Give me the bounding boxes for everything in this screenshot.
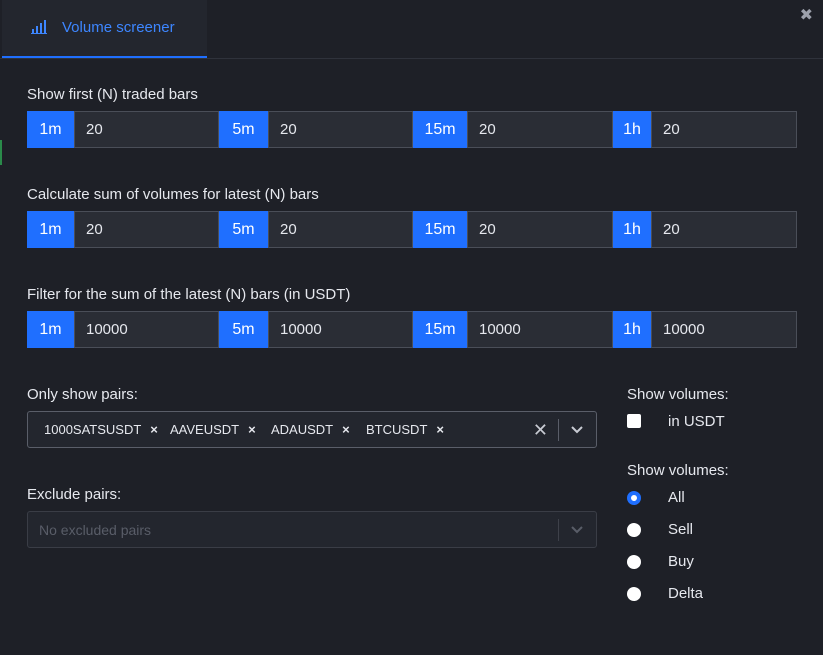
timeframe-label-1m: 1m (27, 211, 74, 248)
in-usdt-checkbox[interactable] (627, 414, 641, 428)
pair-chip-label: ADAUSDT (271, 422, 334, 437)
timeframe-label-5m: 5m (219, 211, 268, 248)
filter-sum-1h-input[interactable] (651, 311, 797, 348)
radio-all[interactable] (627, 491, 641, 505)
section-label-first-bars: Show first (N) traded bars (27, 86, 198, 103)
timeframe-label-15m: 15m (413, 211, 467, 248)
radio-all-label: All (668, 489, 685, 506)
tab-bar: Volume screener (0, 0, 823, 59)
exclude-pairs-select[interactable]: No excluded pairs (27, 511, 597, 548)
edge-marker (0, 140, 2, 165)
timeframe-label-1h: 1h (613, 111, 651, 148)
timeframe-label-1h: 1h (613, 311, 651, 348)
first-bars-1h-input[interactable] (651, 111, 797, 148)
tab-label: Volume screener (62, 19, 175, 36)
sum-volumes-15m-input[interactable] (467, 211, 613, 248)
sum-volumes-row: 1m 5m 15m 1h (27, 211, 797, 248)
only-pairs-label: Only show pairs: (27, 386, 138, 403)
radio-buy[interactable] (627, 555, 641, 569)
timeframe-label-5m: 5m (219, 311, 268, 348)
pair-chip: ADAUSDT × (271, 422, 350, 437)
timeframe-label-1m: 1m (27, 311, 74, 348)
pair-chip: AAVEUSDT × (170, 422, 256, 437)
section-label-filter-sum: Filter for the sum of the latest (N) bar… (27, 286, 351, 303)
first-bars-1m-input[interactable] (74, 111, 219, 148)
chip-remove-icon[interactable]: × (436, 422, 444, 437)
timeframe-label-1m: 1m (27, 111, 74, 148)
pair-chip: 1000SATSUSDT × (44, 422, 158, 437)
radio-delta-label: Delta (668, 585, 704, 602)
select-separator (558, 419, 559, 441)
filter-sum-row: 1m 5m 15m 1h (27, 311, 797, 348)
chip-remove-icon[interactable]: × (248, 422, 256, 437)
filter-sum-1m-input[interactable] (74, 311, 219, 348)
timeframe-label-15m: 15m (413, 111, 467, 148)
show-volumes-unit-label: Show volumes: (627, 386, 729, 403)
tab-volume-screener[interactable]: Volume screener (2, 0, 207, 58)
radio-buy-label: Buy (668, 553, 694, 570)
first-bars-5m-input[interactable] (268, 111, 413, 148)
section-label-sum-volumes: Calculate sum of volumes for latest (N) … (27, 186, 319, 203)
sum-volumes-1m-input[interactable] (74, 211, 219, 248)
chevron-down-icon[interactable] (570, 423, 584, 437)
select-separator (558, 519, 559, 541)
timeframe-label-1h: 1h (613, 211, 651, 248)
radio-sell-label: Sell (668, 521, 694, 538)
filter-sum-5m-input[interactable] (268, 311, 413, 348)
pair-chip-label: BTCUSDT (366, 422, 428, 437)
pair-chip-label: AAVEUSDT (170, 422, 240, 437)
pair-chip-label: 1000SATSUSDT (44, 422, 142, 437)
first-bars-15m-input[interactable] (467, 111, 613, 148)
exclude-pairs-placeholder: No excluded pairs (39, 522, 152, 538)
timeframe-label-15m: 15m (413, 311, 467, 348)
chip-remove-icon[interactable]: × (342, 422, 350, 437)
pair-chip: BTCUSDT × (366, 422, 444, 437)
sum-volumes-1h-input[interactable] (651, 211, 797, 248)
radio-delta[interactable] (627, 587, 641, 601)
radio-sell[interactable] (627, 523, 641, 537)
exclude-pairs-label: Exclude pairs: (27, 486, 122, 503)
first-bars-row: 1m 5m 15m 1h (27, 111, 797, 148)
close-icon[interactable]: ✖ (800, 5, 813, 25)
chevron-down-icon[interactable] (570, 523, 584, 537)
clear-all-icon[interactable]: ✕ (533, 420, 548, 441)
bar-chart-icon (31, 20, 47, 34)
only-pairs-select[interactable]: 1000SATSUSDT × AAVEUSDT × ADAUSDT × BTCUSDT… (27, 411, 597, 448)
filter-sum-15m-input[interactable] (467, 311, 613, 348)
in-usdt-label: in USDT (668, 413, 725, 430)
chip-remove-icon[interactable]: × (150, 422, 158, 437)
sum-volumes-5m-input[interactable] (268, 211, 413, 248)
timeframe-label-5m: 5m (219, 111, 268, 148)
show-volumes-type-label: Show volumes: (627, 462, 729, 479)
